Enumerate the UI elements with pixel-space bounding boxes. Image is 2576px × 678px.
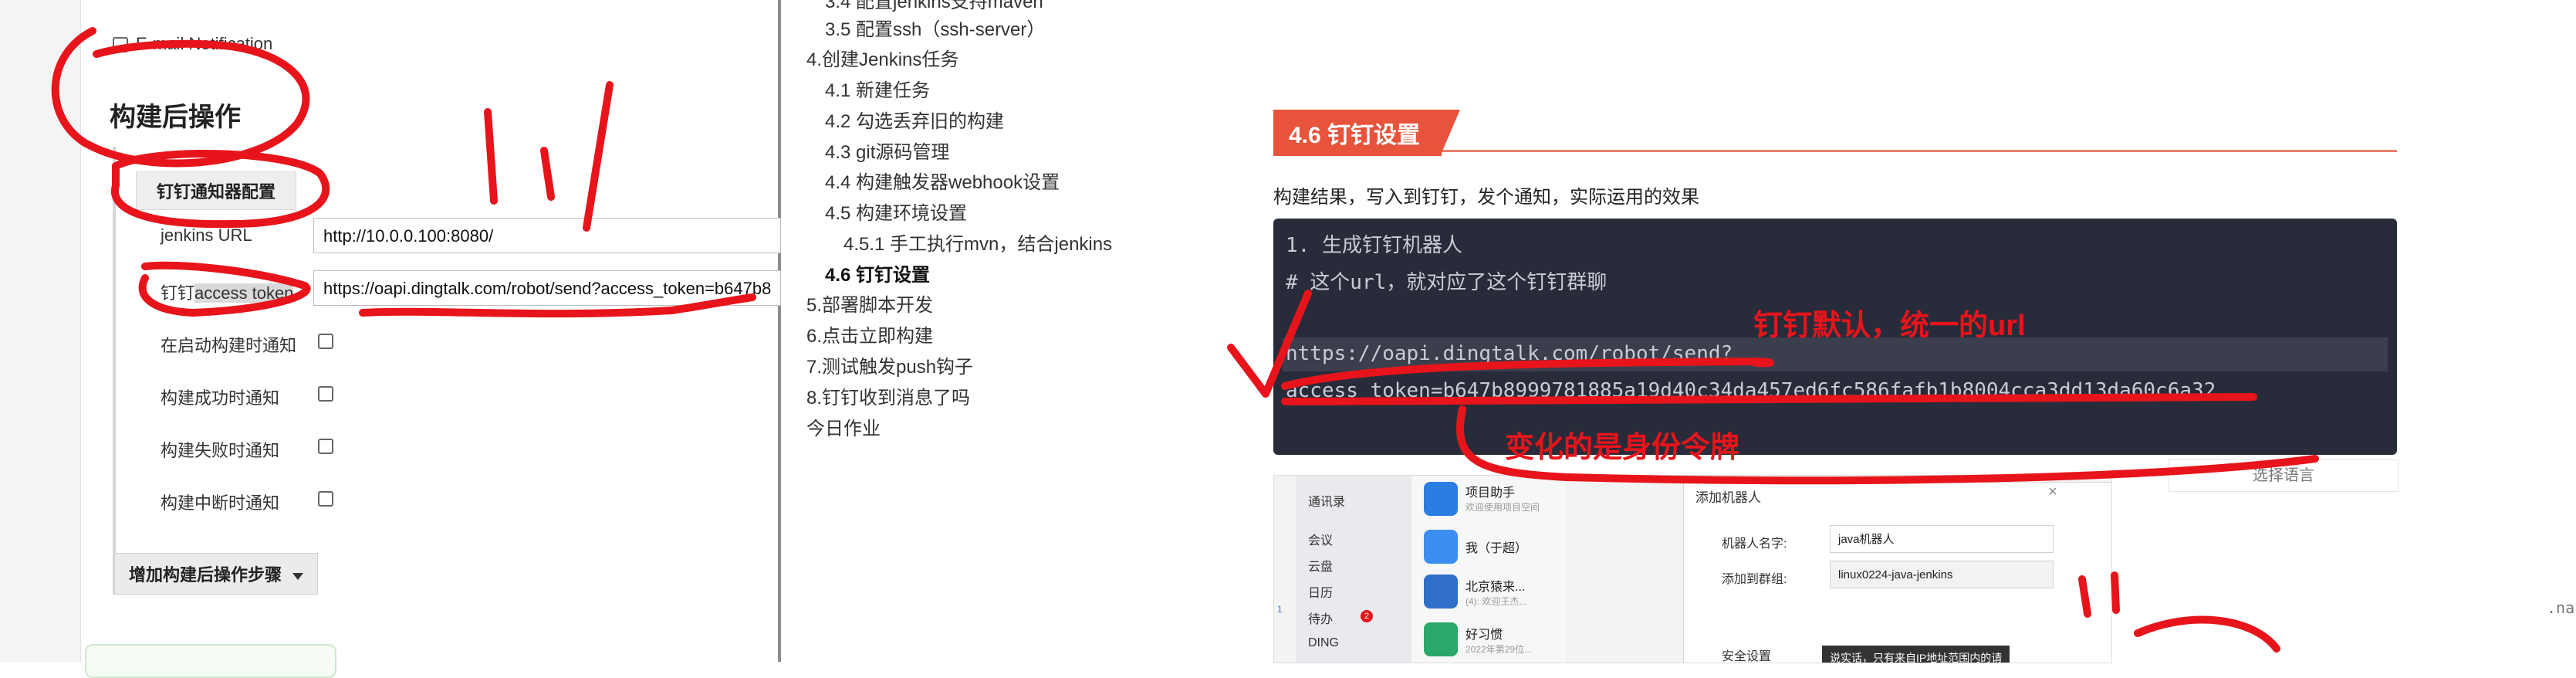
dingtalk-notifier-section bbox=[113, 147, 784, 595]
sidebar-item-ding: DING bbox=[1308, 636, 1339, 649]
toc-item[interactable]: 4.4 构建触发器webhook设置 bbox=[825, 167, 1060, 194]
notify-on-success-label: 构建成功时通知 bbox=[161, 388, 280, 408]
toc-item[interactable]: 4.5.1 手工执行mvn，结合jenkins bbox=[843, 229, 1112, 256]
jenkins-url-label: jenkins URL bbox=[161, 225, 252, 245]
security-label: 安全设置 bbox=[1722, 650, 1772, 663]
toc-item-active[interactable]: 4.6 钉钉设置 bbox=[825, 259, 930, 286]
jenkins-config-panel: E-mail Notification 构建后操作 钉钉通知器配置 jenkin… bbox=[0, 0, 784, 678]
annotation-token-changes: 变化的是身份令牌 bbox=[1505, 432, 1740, 464]
notify-on-success-checkbox[interactable] bbox=[318, 386, 333, 402]
notify-on-abort-label: 构建中断时通知 bbox=[161, 493, 280, 513]
close-icon[interactable]: × bbox=[2048, 483, 2057, 501]
chat-avatar-icon bbox=[1424, 482, 1458, 516]
chevron-down-icon bbox=[292, 572, 304, 580]
chat-avatar-icon bbox=[1424, 622, 1458, 656]
chat-avatar-icon bbox=[1424, 575, 1458, 609]
access-token-label-highlight: access token bbox=[194, 283, 294, 303]
chat-avatar-icon bbox=[1424, 530, 1458, 564]
email-notification-checkbox[interactable] bbox=[113, 37, 128, 53]
access-token-label: 钉钉access token bbox=[161, 280, 294, 304]
add-post-build-step-label: 增加构建后操作步骤 bbox=[129, 565, 282, 585]
notify-on-start-label: 在启动构建时通知 bbox=[161, 336, 297, 355]
notify-on-abort-checkbox[interactable] bbox=[318, 491, 333, 507]
edge-text: .na bbox=[2547, 598, 2575, 617]
gutter-number: 1 bbox=[1277, 604, 1283, 615]
heading-underline bbox=[1273, 150, 2397, 152]
toc-item[interactable]: 4.1 新建任务 bbox=[825, 75, 930, 102]
dingtalk-section-header: 钉钉通知器配置 bbox=[136, 171, 297, 210]
code-line: access_token=b647b8999781885a19d40c34da4… bbox=[1286, 379, 2216, 402]
chat-sub: 2022年第29位... bbox=[1465, 644, 1533, 655]
section-paragraph: 构建结果，写入到钉钉，发个通知，实际运用的效果 bbox=[1273, 187, 1699, 208]
chat-sub: 欢迎使用项目空间 bbox=[1465, 502, 1540, 513]
group-field[interactable]: linux0224-java-jenkins bbox=[1830, 561, 2054, 588]
toc-item[interactable]: 7.测试触发push钩子 bbox=[806, 351, 973, 378]
toc-item[interactable]: 4.创建Jenkins任务 bbox=[806, 44, 958, 71]
toc-item[interactable]: 6.点击立即构建 bbox=[806, 320, 933, 347]
group-label: 添加到群组: bbox=[1722, 573, 1787, 586]
table-of-contents: 3.4 配置jenkins支持maven 3.5 配置ssh（ssh-serve… bbox=[782, 0, 1147, 662]
sidebar-item-todo: 待办 bbox=[1308, 613, 1334, 626]
code-line: 1. 生成钉钉机器人 bbox=[1286, 234, 1462, 257]
notify-on-failure-checkbox[interactable] bbox=[318, 439, 333, 454]
chat-name: 北京猿来... bbox=[1465, 581, 1526, 594]
dialog-title: 添加机器人 bbox=[1695, 490, 1761, 505]
jenkins-left-gutter bbox=[0, 0, 81, 662]
code-line: https://oapi.dingtalk.com/robot/send? bbox=[1286, 342, 1733, 365]
dingtalk-screenshot: 通讯录 会议 云盘 日历 待办 2 DING 1 项目助手 欢迎使用项目空间 我… bbox=[1273, 475, 2112, 663]
chat-name: 我（于超） bbox=[1465, 542, 1528, 555]
security-tooltip: 说实话，只有来自IP地址范围内的请 bbox=[1822, 646, 2010, 663]
select-language-button[interactable]: 选择语言 bbox=[2169, 459, 2399, 492]
toc-item[interactable]: 4.5 构建环境设置 bbox=[825, 198, 967, 225]
section-heading: 4.6 钉钉设置 bbox=[1273, 110, 1461, 156]
toc-item[interactable]: 5.部署脚本开发 bbox=[806, 290, 933, 317]
toc-item[interactable]: 8.钉钉收到消息了吗 bbox=[806, 382, 970, 409]
save-bar bbox=[85, 644, 336, 678]
post-build-title: 构建后操作 bbox=[110, 103, 241, 132]
todo-badge: 2 bbox=[1361, 610, 1373, 622]
chat-name: 好习惯 bbox=[1465, 629, 1503, 642]
toc-item[interactable]: 3.4 配置jenkins支持maven bbox=[825, 0, 1043, 13]
access-token-field[interactable]: https://oapi.dingtalk.com/robot/send?acc… bbox=[313, 270, 781, 306]
notify-on-start-checkbox[interactable] bbox=[318, 334, 333, 349]
sidebar-item-calendar: 日历 bbox=[1308, 587, 1334, 600]
toc-item[interactable]: 今日作业 bbox=[806, 413, 881, 440]
toc-item[interactable]: 4.2 勾选丢弃旧的构建 bbox=[825, 106, 1004, 133]
notify-on-failure-label: 构建失败时通知 bbox=[161, 441, 280, 460]
annotation-default-url: 钉钉默认，统一的url bbox=[1753, 310, 2026, 342]
sidebar-item-contacts: 通讯录 bbox=[1308, 496, 1346, 509]
add-post-build-step-button[interactable]: 增加构建后操作步骤 bbox=[114, 553, 319, 595]
toc-item[interactable]: 3.5 配置ssh（ssh-server） bbox=[825, 14, 1045, 41]
chat-sub: (4): 欢迎王杰... bbox=[1465, 596, 1527, 607]
toc-item[interactable]: 4.3 git源码管理 bbox=[825, 137, 949, 164]
robot-name-label: 机器人名字: bbox=[1722, 537, 1787, 551]
sidebar-item-cloud: 云盘 bbox=[1308, 561, 1334, 574]
email-notification-label: E-mail Notification bbox=[136, 34, 273, 53]
jenkins-url-field[interactable]: http://10.0.0.100:8080/ bbox=[313, 218, 781, 253]
robot-name-field[interactable]: java机器人 bbox=[1830, 525, 2054, 553]
sidebar-item-meeting: 会议 bbox=[1308, 534, 1334, 547]
code-line: # 这个url，就对应了这个钉钉群聊 bbox=[1286, 271, 1607, 294]
chat-name: 项目助手 bbox=[1465, 486, 1516, 500]
access-token-label-prefix: 钉钉 bbox=[161, 283, 195, 303]
